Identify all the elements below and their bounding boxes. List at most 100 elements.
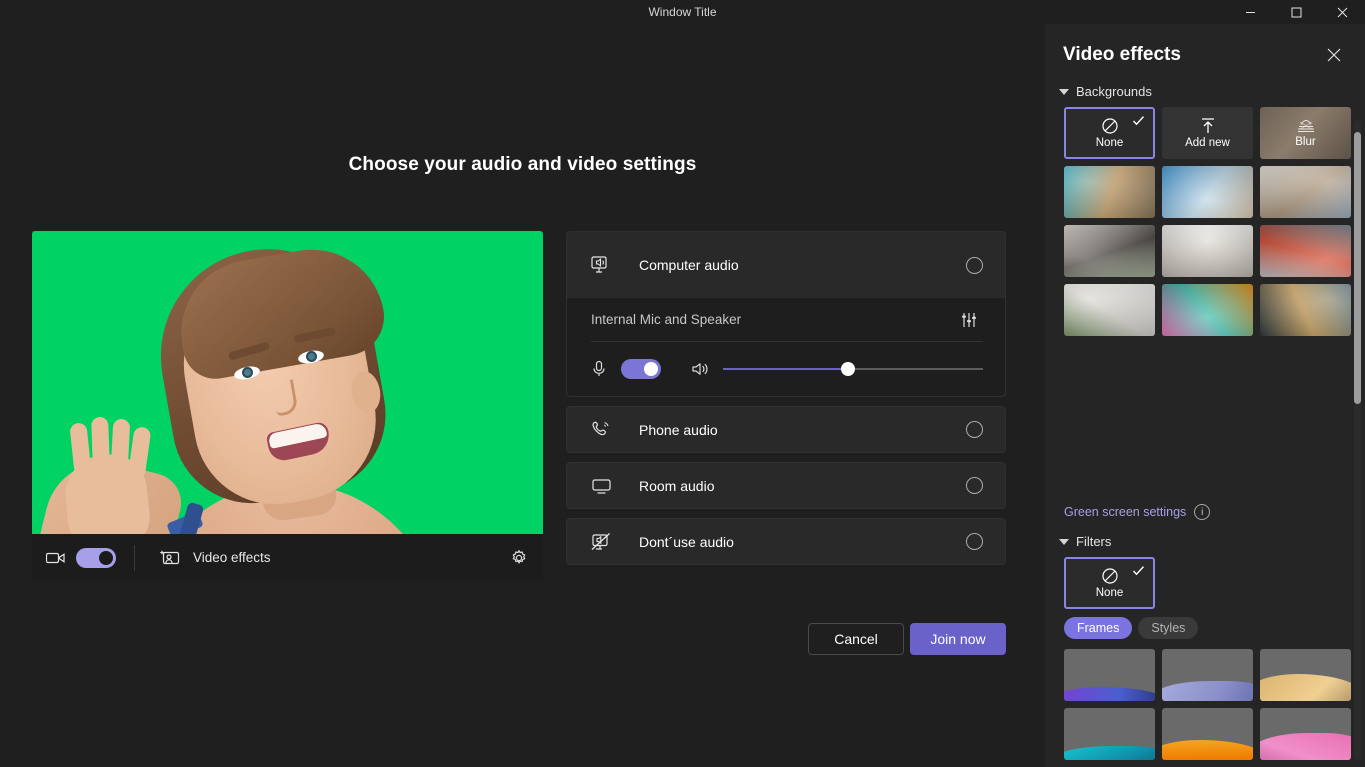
thumbnail-overlay <box>1064 225 1155 277</box>
phone-audio-card: Phone audio <box>566 406 1006 453</box>
audio-option-label: Dont´use audio <box>639 533 734 550</box>
no-audio-card: Dont´use audio <box>566 518 1006 565</box>
filter-thumb-pink-bubbles[interactable] <box>1260 708 1351 760</box>
filter-pill-frames[interactable]: Frames <box>1064 617 1133 639</box>
person-silhouette <box>32 231 543 534</box>
filter-thumb-cyan-mesh[interactable] <box>1064 708 1155 760</box>
background-image-room-with-mirror[interactable] <box>1064 225 1155 277</box>
backgrounds-grid: None Add new Blur <box>1045 107 1365 336</box>
camera-feed <box>32 231 543 534</box>
check-icon <box>1132 114 1145 127</box>
chevron-down-icon <box>1059 538 1069 545</box>
page-title: Choose your audio and video settings <box>348 154 697 175</box>
thumbnail-overlay <box>1162 284 1253 336</box>
audio-option-radio[interactable] <box>966 477 983 494</box>
preview-toolbar: Video effects <box>32 534 543 581</box>
audio-option-label: Room audio <box>639 477 715 494</box>
background-image-white-empty-room[interactable] <box>1162 225 1253 277</box>
green-screen-settings-row: Green screen settings i <box>1045 496 1365 520</box>
blur-icon <box>1296 118 1316 134</box>
minimize-button[interactable] <box>1227 0 1273 24</box>
camera-toggle[interactable] <box>76 547 116 568</box>
maximize-button[interactable] <box>1273 0 1319 24</box>
close-button[interactable] <box>1319 0 1365 24</box>
video-effects-button[interactable]: Video effects <box>151 543 279 573</box>
backgrounds-section-header[interactable]: Backgrounds <box>1045 80 1365 107</box>
audio-option-radio[interactable] <box>966 533 983 550</box>
green-screen-settings-link[interactable]: Green screen settings <box>1064 505 1186 519</box>
volume-slider[interactable] <box>723 360 983 378</box>
background-image-fantasy-landscape[interactable] <box>1260 284 1351 336</box>
none-icon <box>1101 117 1119 135</box>
toolbar-divider <box>134 544 135 571</box>
filter-thumb-purple-wave[interactable] <box>1064 649 1155 701</box>
add-icon <box>1199 117 1217 135</box>
background-tile-none[interactable]: None <box>1064 107 1155 159</box>
filter-thumb-art <box>1260 674 1351 701</box>
microphone-toggle[interactable] <box>621 359 661 379</box>
device-name: Internal Mic and Speaker <box>591 312 742 327</box>
panel-scrollbar-track[interactable] <box>1354 120 1361 760</box>
audio-sliders-icon[interactable] <box>955 306 983 334</box>
background-image-office-lockers[interactable] <box>1064 166 1155 218</box>
chevron-down-icon <box>1059 88 1069 95</box>
thumbnail-overlay <box>1064 284 1155 336</box>
computer-speaker-icon <box>591 255 621 275</box>
filter-thumb-art <box>1064 686 1155 701</box>
filter-thumb-art <box>1162 739 1253 760</box>
filters-none-grid: None <box>1045 557 1365 609</box>
microphone-icon <box>591 360 617 378</box>
join-now-button[interactable]: Join now <box>910 623 1006 655</box>
monitor-icon <box>591 477 621 495</box>
backgrounds-label: Backgrounds <box>1076 84 1152 99</box>
background-image-white-room-window[interactable] <box>1260 166 1351 218</box>
cancel-button[interactable]: Cancel <box>808 623 904 655</box>
filter-thumb-golden-bokeh[interactable] <box>1260 649 1351 701</box>
thumbnail-overlay <box>1162 166 1253 218</box>
audio-options-list: Computer audio Internal Mic and Speaker <box>566 231 1006 574</box>
filter-thumb-art <box>1064 745 1155 760</box>
audio-option-room[interactable]: Room audio <box>567 463 1005 508</box>
background-image-modern-office-lounge[interactable] <box>1260 225 1351 277</box>
background-tile-blur[interactable]: Blur <box>1260 107 1351 159</box>
panel-scrollbar-thumb[interactable] <box>1354 132 1361 404</box>
thumbnail-overlay <box>1162 225 1253 277</box>
speaker-icon <box>691 361 717 377</box>
filter-tile-none[interactable]: None <box>1064 557 1155 609</box>
filters-section-header[interactable]: Filters <box>1045 520 1365 557</box>
video-effects-icon <box>159 549 181 567</box>
phone-icon <box>591 420 621 440</box>
thumbnail-overlay <box>1260 225 1351 277</box>
thumbnail-overlay <box>1064 166 1155 218</box>
window-title: Window Title <box>648 5 717 19</box>
audio-option-none[interactable]: Dont´use audio <box>567 519 1005 564</box>
panel-close-icon[interactable] <box>1319 40 1349 70</box>
filter-tile-label: None <box>1095 587 1124 599</box>
info-icon[interactable]: i <box>1194 504 1211 520</box>
device-name-row: Internal Mic and Speaker <box>591 298 983 342</box>
filter-thumb-orange-curve[interactable] <box>1162 708 1253 760</box>
audio-option-phone[interactable]: Phone audio <box>567 407 1005 452</box>
filter-pill-styles[interactable]: Styles <box>1138 617 1199 639</box>
audio-option-computer[interactable]: Computer audio <box>567 232 1005 298</box>
device-settings-section: Internal Mic and Speaker <box>567 298 1005 396</box>
audio-option-radio[interactable] <box>966 421 983 438</box>
audio-option-radio[interactable] <box>966 256 983 274</box>
background-image-colorful-balloons[interactable] <box>1162 284 1253 336</box>
background-image-white-wall-plant[interactable] <box>1064 284 1155 336</box>
background-image-beach-sky[interactable] <box>1162 166 1253 218</box>
device-settings-gear-icon[interactable] <box>503 542 535 574</box>
background-tile-add[interactable]: Add new <box>1162 107 1253 159</box>
background-tile-label: Add new <box>1185 137 1230 149</box>
background-tile-label: Blur <box>1295 136 1316 148</box>
dialog-actions: Cancel Join now <box>566 623 1006 655</box>
filter-thumb-lavender-wave[interactable] <box>1162 649 1253 701</box>
window-controls <box>1227 0 1365 24</box>
filter-thumb-art <box>1260 733 1351 760</box>
filters-label: Filters <box>1076 534 1112 549</box>
camera-icon <box>46 551 68 565</box>
computer-audio-card: Computer audio Internal Mic and Speaker <box>566 231 1006 397</box>
video-effects-label: Video effects <box>193 550 271 565</box>
main-stage: Choose your audio and video settings Vid… <box>0 24 1045 767</box>
audio-option-label: Computer audio <box>639 257 739 273</box>
